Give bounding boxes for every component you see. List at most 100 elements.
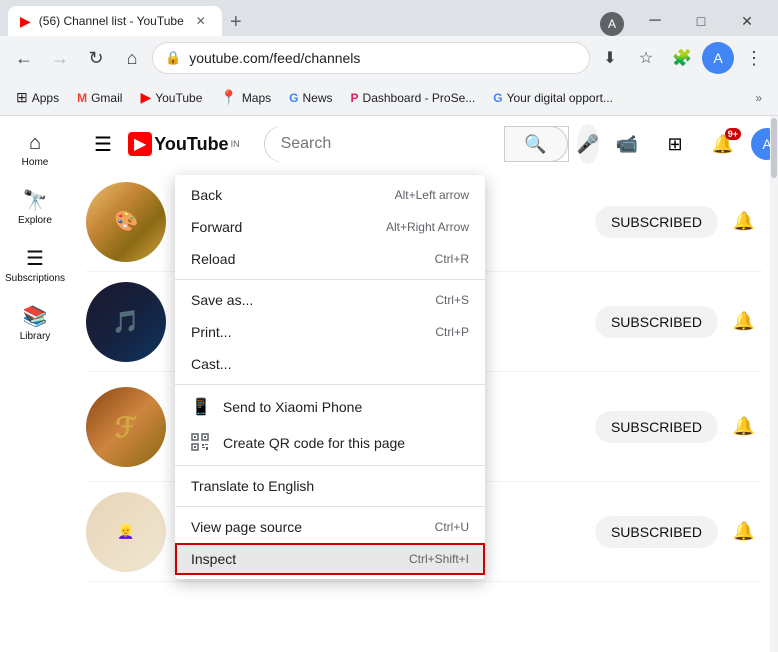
- download-icon[interactable]: ⬇: [594, 42, 626, 74]
- channel-thumb-2: 🎵: [86, 282, 166, 362]
- channel-thumb-3: ℱ: [86, 387, 166, 467]
- ctx-qr[interactable]: Create QR code for this page: [175, 425, 485, 461]
- yt-mic-button[interactable]: 🎤: [577, 124, 599, 164]
- bookmark-gmail[interactable]: M Gmail: [69, 87, 130, 109]
- sidebar-item-home[interactable]: ⌂ Home: [3, 124, 67, 176]
- ctx-viewsource[interactable]: View page source Ctrl+U: [175, 511, 485, 543]
- channel-actions-3: SUBSCRIBED 🔔: [595, 409, 762, 445]
- user-profile-icon[interactable]: A: [702, 42, 734, 74]
- more-options-icon[interactable]: ⋮: [738, 42, 770, 74]
- channel-actions-4: SUBSCRIBED 🔔: [595, 514, 762, 550]
- ctx-cast-label: Cast...: [191, 356, 231, 372]
- yt-sidebar: ⌂ Home 🔭 Explore ☰ Subscriptions 📚 Libra…: [0, 116, 70, 652]
- bell-btn-4[interactable]: 🔔: [726, 514, 762, 550]
- ctx-forward[interactable]: Forward Alt+Right Arrow: [175, 211, 485, 243]
- ctx-save[interactable]: Save as... Ctrl+S: [175, 284, 485, 316]
- sidebar-item-explore[interactable]: 🔭 Explore: [3, 180, 67, 234]
- svg-text:ℱ: ℱ: [115, 413, 137, 444]
- tab-close-btn[interactable]: ✕: [192, 12, 210, 30]
- sidebar-item-subscriptions[interactable]: ☰ Subscriptions: [3, 238, 67, 292]
- scrollbar-thumb[interactable]: [771, 118, 777, 178]
- home-button[interactable]: ⌂: [116, 42, 148, 74]
- home-label: Home: [22, 157, 49, 168]
- bookmarks-more-button[interactable]: »: [747, 87, 770, 109]
- notification-badge: 9+: [725, 128, 741, 140]
- youtube-bm-icon: ▶: [140, 89, 151, 106]
- ctx-send-label: Send to Xiaomi Phone: [223, 399, 362, 415]
- bookmarks-bar: ⊞ Apps M Gmail ▶ YouTube 📍 Maps G News P…: [0, 80, 778, 116]
- bookmark-dashboard[interactable]: P Dashboard - ProSe...: [343, 87, 484, 109]
- youtube-label: YouTube: [155, 91, 202, 105]
- news-label: News: [303, 91, 333, 105]
- profile-circle[interactable]: A: [600, 12, 624, 36]
- explore-label: Explore: [18, 215, 52, 226]
- bookmark-digital[interactable]: G Your digital opport...: [485, 87, 621, 109]
- channel-actions-1: SUBSCRIBED 🔔: [595, 204, 762, 240]
- ctx-send[interactable]: 📱 Send to Xiaomi Phone: [175, 389, 485, 425]
- context-menu: Back Alt+Left arrow Forward Alt+Right Ar…: [175, 175, 485, 579]
- yt-notifications-button[interactable]: 🔔 9+: [703, 124, 743, 164]
- bookmark-news[interactable]: G News: [281, 87, 340, 109]
- ctx-divider-4: [175, 506, 485, 507]
- digital-g-icon: G: [493, 91, 502, 105]
- nav-bar: ← → ↻ ⌂ 🔒 youtube.com/feed/channels ⬇ ☆ …: [0, 36, 778, 80]
- bell-btn-2[interactable]: 🔔: [726, 304, 762, 340]
- ctx-inspect[interactable]: Inspect Ctrl+Shift+I: [175, 543, 485, 575]
- url-text: youtube.com/feed/channels: [189, 50, 577, 66]
- maximize-button[interactable]: □: [678, 6, 724, 36]
- maps-label: Maps: [242, 91, 271, 105]
- extensions-icon[interactable]: 🧩: [666, 42, 698, 74]
- library-label: Library: [20, 331, 51, 342]
- refresh-button[interactable]: ↻: [80, 42, 112, 74]
- subscribe-btn-2[interactable]: SUBSCRIBED: [595, 306, 718, 338]
- subscribe-btn-3[interactable]: SUBSCRIBED: [595, 411, 718, 443]
- yt-search-button[interactable]: 🔍: [504, 126, 568, 162]
- subscriptions-label: Subscriptions: [5, 273, 65, 284]
- ctx-back[interactable]: Back Alt+Left arrow: [175, 179, 485, 211]
- ctx-cast[interactable]: Cast...: [175, 348, 485, 380]
- ctx-reload[interactable]: Reload Ctrl+R: [175, 243, 485, 275]
- bell-btn-3[interactable]: 🔔: [726, 409, 762, 445]
- minimize-button[interactable]: ─: [632, 6, 678, 36]
- yt-search-input[interactable]: [265, 126, 504, 162]
- active-tab[interactable]: ▶ (56) Channel list - YouTube ✕: [8, 6, 222, 36]
- back-button[interactable]: ←: [8, 42, 40, 74]
- yt-hamburger-btn[interactable]: ☰: [86, 124, 120, 165]
- qr-code-icon: [191, 433, 209, 451]
- apps-label: Apps: [32, 91, 59, 105]
- subscriptions-icon: ☰: [26, 246, 44, 271]
- apps-grid-icon: ⊞: [16, 89, 28, 106]
- library-icon: 📚: [23, 304, 48, 329]
- yt-grid-button[interactable]: ⊞: [655, 124, 695, 164]
- tab-bar: ▶ (56) Channel list - YouTube ✕ + A ─ □ …: [0, 0, 778, 36]
- yt-cam-button[interactable]: 📹: [607, 124, 647, 164]
- close-window-button[interactable]: ✕: [724, 6, 770, 36]
- bookmark-apps[interactable]: ⊞ Apps: [8, 85, 67, 110]
- subscribe-btn-4[interactable]: SUBSCRIBED: [595, 516, 718, 548]
- yt-logo[interactable]: ▶ YouTube IN: [128, 132, 240, 156]
- ctx-divider-3: [175, 465, 485, 466]
- ctx-translate[interactable]: Translate to English: [175, 470, 485, 502]
- ctx-save-shortcut: Ctrl+S: [435, 293, 469, 307]
- subscribe-btn-1[interactable]: SUBSCRIBED: [595, 206, 718, 238]
- bookmark-star-icon[interactable]: ☆: [630, 42, 662, 74]
- ctx-forward-shortcut: Alt+Right Arrow: [386, 220, 469, 234]
- scrollbar[interactable]: [770, 116, 778, 652]
- new-tab-button[interactable]: +: [222, 8, 250, 36]
- bookmark-youtube[interactable]: ▶ YouTube: [132, 85, 210, 110]
- tab-title: (56) Channel list - YouTube: [39, 14, 184, 28]
- ctx-inspect-shortcut: Ctrl+Shift+I: [409, 552, 469, 566]
- ctx-print[interactable]: Print... Ctrl+P: [175, 316, 485, 348]
- ctx-translate-label: Translate to English: [191, 478, 314, 494]
- falguni-logo-svg: ℱ: [101, 402, 151, 452]
- forward-button[interactable]: →: [44, 42, 76, 74]
- qr-icon: [191, 433, 211, 453]
- ctx-viewsource-shortcut: Ctrl+U: [435, 520, 469, 534]
- explore-icon: 🔭: [23, 188, 48, 213]
- ctx-back-shortcut: Alt+Left arrow: [395, 188, 469, 202]
- bell-btn-1[interactable]: 🔔: [726, 204, 762, 240]
- address-bar[interactable]: 🔒 youtube.com/feed/channels: [152, 42, 590, 74]
- sidebar-item-library[interactable]: 📚 Library: [3, 296, 67, 350]
- channel-thumb-1: 🎨: [86, 182, 166, 262]
- bookmark-maps[interactable]: 📍 Maps: [212, 85, 279, 110]
